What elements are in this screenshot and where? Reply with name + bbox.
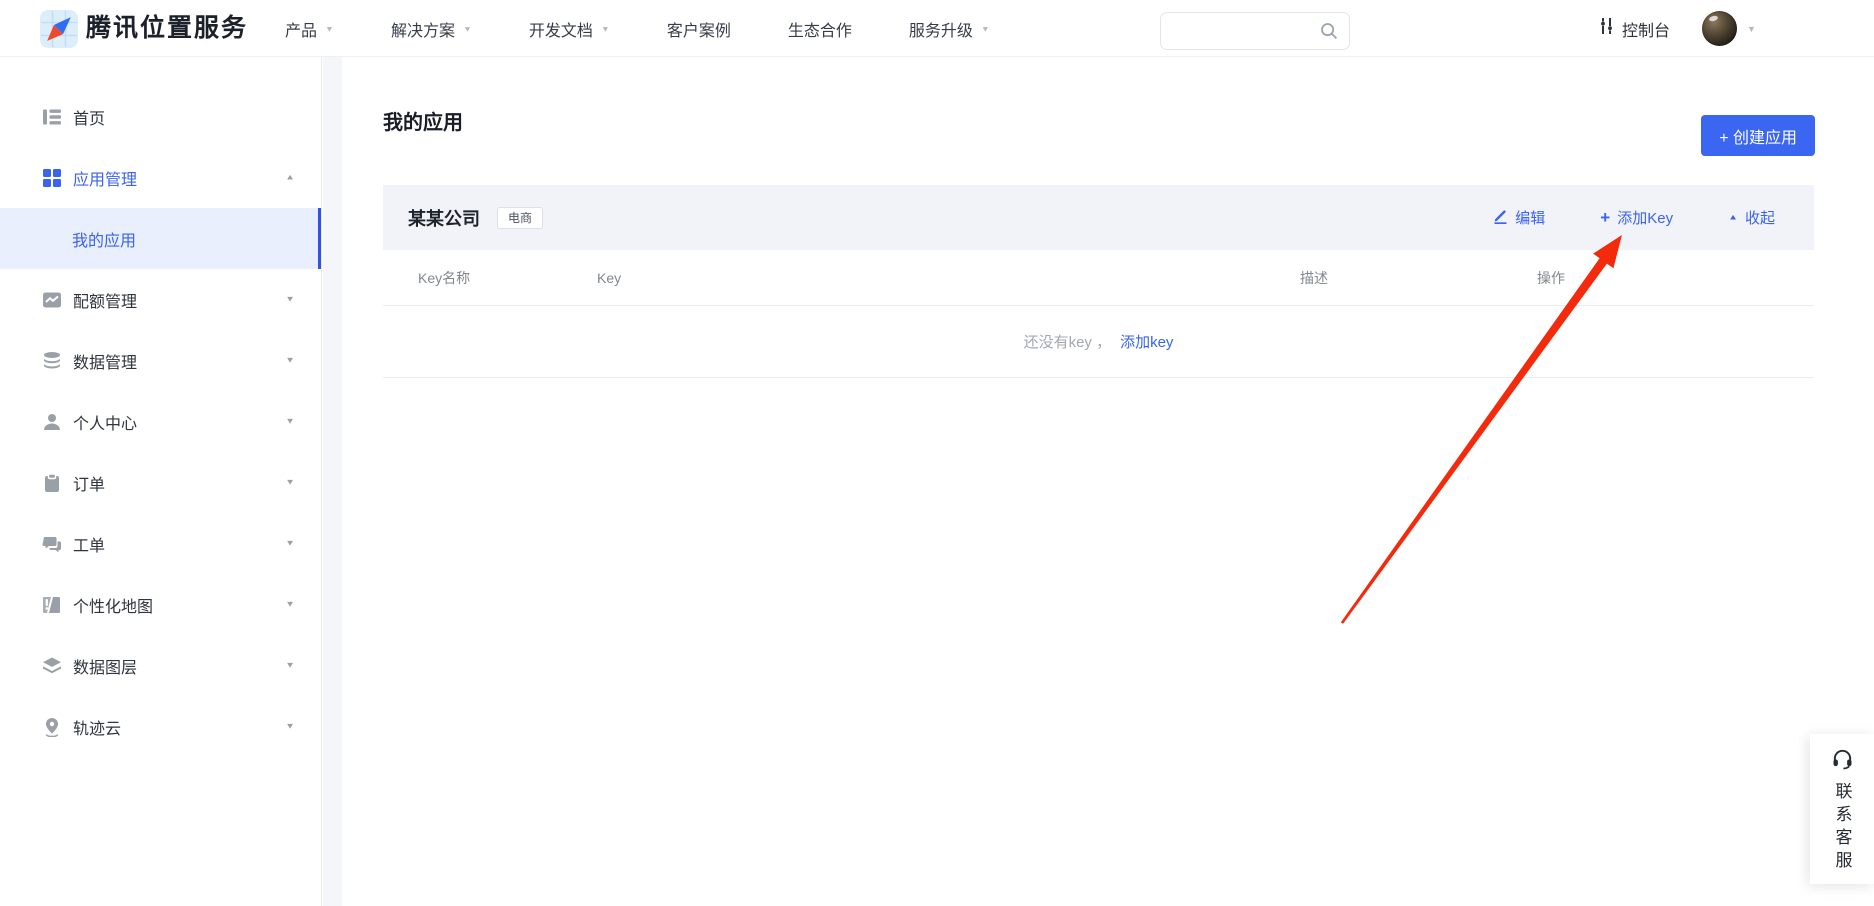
sliders-icon [1598, 17, 1615, 40]
col-key-name: Key名称 [418, 268, 470, 288]
nav-item-label: 解决方案 [391, 17, 455, 41]
console-label: 控制台 [1622, 17, 1670, 41]
chevron-down-icon: ▼ [463, 24, 472, 33]
nav-item-label: 开发文档 [529, 17, 593, 41]
nav-item-cases[interactable]: 客户案例 [667, 17, 731, 41]
key-table-header: Key名称 Key 描述 操作 [383, 250, 1814, 306]
sidebar-item-label: 配额管理 [73, 288, 137, 312]
active-indicator-bar [318, 208, 321, 269]
sidebar: 首页应用管理▲我的应用配额管理▼数据管理▼个人中心▼订单▼工单▼个性化地图▼数据… [0, 57, 322, 906]
brand-title: 腾讯位置服务 [86, 0, 248, 57]
nav-item-solutions[interactable]: 解决方案 ▼ [391, 17, 472, 41]
sidebar-item-label: 数据管理 [73, 349, 137, 373]
map-icon [42, 595, 62, 615]
sidebar-item-label: 数据图层 [73, 654, 137, 678]
sidebar-item-data-layers[interactable]: 数据图层 ▼ [0, 635, 321, 696]
collapse-button[interactable]: ▲ 收起 [1728, 207, 1775, 228]
user-icon [42, 412, 62, 432]
search-icon[interactable] [1319, 21, 1339, 46]
sidebar-item-track-cloud[interactable]: 轨迹云 ▼ [0, 696, 321, 757]
user-avatar[interactable] [1702, 11, 1737, 46]
empty-state-text: 还没有key ， [1024, 331, 1112, 352]
app-type-badge: 电商 [497, 207, 543, 229]
nav-item-upgrade[interactable]: 服务升级 ▼ [909, 17, 990, 41]
sidebar-item-custom-map[interactable]: 个性化地图 ▼ [0, 574, 321, 635]
sidebar-item-tickets[interactable]: 工单 ▼ [0, 513, 321, 574]
chevron-down-icon: ▼ [285, 539, 295, 548]
plus-icon: + [1600, 209, 1610, 226]
search-box [1160, 12, 1350, 50]
main-content: 我的应用 + 创建应用 某某公司 电商 编辑 + 添加Key [343, 57, 1874, 906]
chevron-down-icon: ▼ [285, 661, 295, 670]
layers-icon [42, 656, 62, 676]
chat-icon [42, 534, 62, 554]
nav-item-label: 生态合作 [788, 17, 852, 41]
sidebar-item-data-management[interactable]: 数据管理 ▼ [0, 330, 321, 391]
sidebar-item-label: 轨迹云 [73, 715, 121, 739]
chevron-up-icon: ▲ [285, 173, 295, 182]
sidebar-scrollbar-track [323, 57, 342, 906]
home-list-icon [42, 107, 62, 127]
app-name: 某某公司 [408, 205, 480, 231]
add-key-link[interactable]: 添加key [1120, 331, 1173, 352]
contact-support-label: 联系客服 [1830, 782, 1855, 874]
nav-item-eco[interactable]: 生态合作 [788, 17, 852, 41]
nav-item-dev-docs[interactable]: 开发文档 ▼ [529, 17, 610, 41]
add-key-button[interactable]: + 添加Key [1600, 207, 1673, 228]
chevron-up-icon: ▲ [1728, 213, 1738, 222]
sidebar-item-label: 个性化地图 [73, 593, 153, 617]
nav-item-product[interactable]: 产品 ▼ [285, 17, 334, 41]
nav-item-label: 服务升级 [909, 17, 973, 41]
col-operations: 操作 [1537, 268, 1565, 288]
app-card-actions: 编辑 + 添加Key ▲ 收起 [1493, 207, 1775, 228]
chevron-down-icon: ▼ [285, 356, 295, 365]
chevron-down-icon: ▼ [981, 24, 990, 33]
chevron-down-icon: ▼ [285, 722, 295, 731]
sidebar-item-label: 应用管理 [73, 166, 137, 190]
sidebar-item-home[interactable]: 首页 [0, 86, 321, 147]
main-nav: 产品 ▼ 解决方案 ▼ 开发文档 ▼ 客户案例 生态合作 服务升级 ▼ [285, 0, 990, 57]
app-card-header: 某某公司 电商 编辑 + 添加Key ▲ [383, 185, 1814, 250]
sidebar-item-label: 订单 [73, 471, 105, 495]
sidebar-item-label: 我的应用 [72, 227, 136, 251]
empty-state-row: 还没有key ， 添加key [383, 306, 1814, 378]
chevron-down-icon: ▼ [285, 600, 295, 609]
topbar: 腾讯位置服务 产品 ▼ 解决方案 ▼ 开发文档 ▼ 客户案例 生态合作 服务升级 ▼ 控制台 ▼ [0, 0, 1874, 57]
edit-button[interactable]: 编辑 [1493, 207, 1545, 228]
sidebar-item-orders[interactable]: 订单 ▼ [0, 452, 321, 513]
col-description: 描述 [1300, 268, 1328, 288]
sidebar-item-personal-center[interactable]: 个人中心 ▼ [0, 391, 321, 452]
app-card: 某某公司 电商 编辑 + 添加Key ▲ [383, 185, 1814, 378]
headset-icon [1831, 747, 1854, 775]
grid-icon [42, 168, 62, 188]
tencent-location-logo-icon[interactable] [40, 10, 78, 48]
sidebar-item-quota[interactable]: 配额管理 ▼ [0, 269, 321, 330]
search-input[interactable] [1173, 13, 1313, 49]
chevron-down-icon: ▼ [601, 24, 610, 33]
sidebar-item-my-apps[interactable]: 我的应用 [0, 208, 321, 269]
database-icon [42, 351, 62, 371]
sidebar-item-app-management[interactable]: 应用管理 ▲ [0, 147, 321, 208]
chevron-down-icon: ▼ [325, 24, 334, 33]
avatar-chevron-down-icon[interactable]: ▼ [1747, 24, 1756, 34]
chevron-down-icon: ▼ [285, 417, 295, 426]
page-title: 我的应用 [383, 106, 463, 135]
contact-support-button[interactable]: 联系客服 [1810, 734, 1874, 884]
pencil-icon [1493, 208, 1508, 228]
clipboard-icon [42, 473, 62, 493]
sidebar-item-label: 工单 [73, 532, 105, 556]
col-key: Key [597, 270, 621, 286]
create-app-button[interactable]: + 创建应用 [1701, 115, 1815, 156]
quota-icon [42, 290, 62, 310]
sidebar-item-label: 首页 [73, 105, 105, 129]
chevron-down-icon: ▼ [285, 295, 295, 304]
sidebar-item-label: 个人中心 [73, 410, 137, 434]
chevron-down-icon: ▼ [285, 478, 295, 487]
console-button[interactable]: 控制台 [1598, 0, 1670, 57]
pin-icon [42, 717, 62, 737]
nav-item-label: 产品 [285, 17, 317, 41]
nav-item-label: 客户案例 [667, 17, 731, 41]
